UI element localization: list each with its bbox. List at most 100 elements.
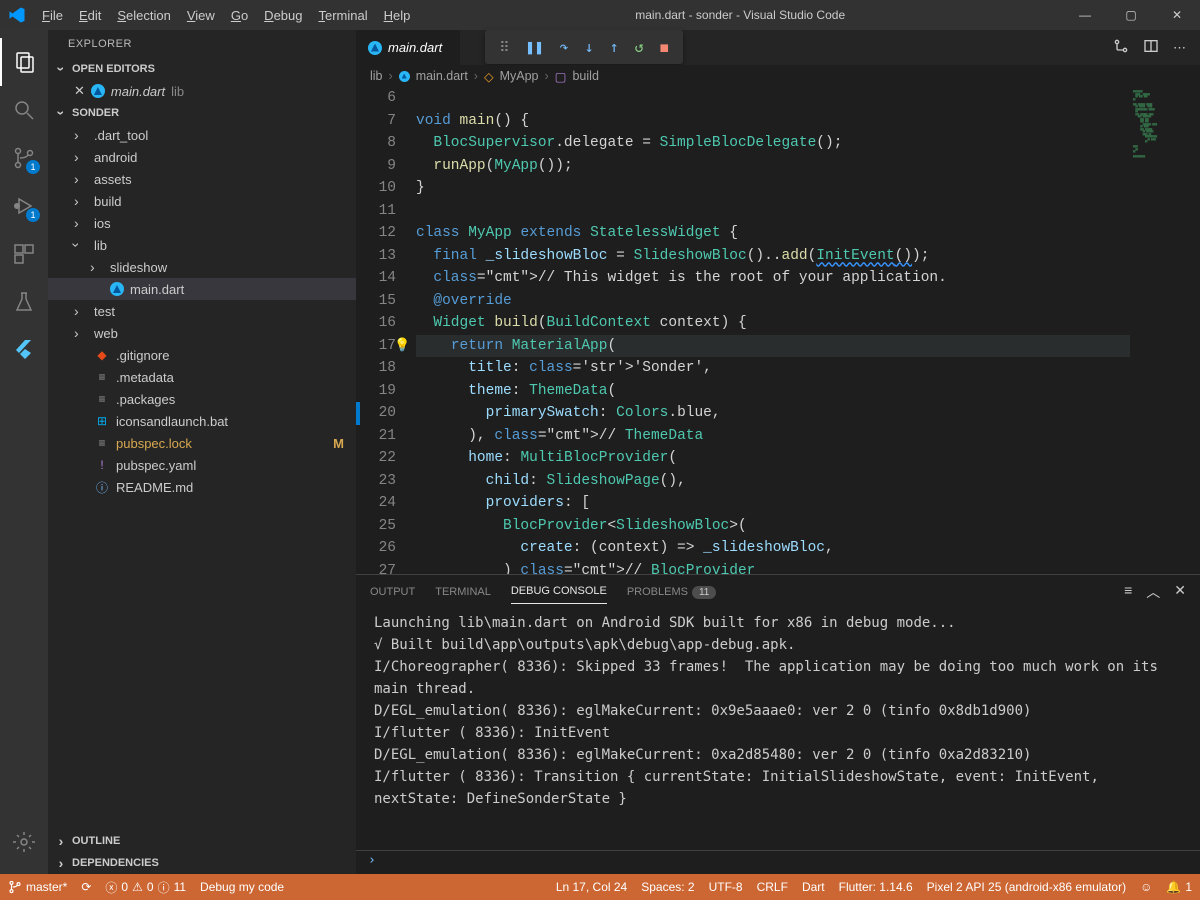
- debug-restart[interactable]: ↺: [635, 38, 644, 56]
- code-line[interactable]: ) class="cmt">// BlocProvider: [416, 560, 1130, 575]
- status-feedback-icon[interactable]: ☺: [1140, 880, 1152, 894]
- section-outline[interactable]: OUTLINE: [48, 830, 356, 852]
- code-editor[interactable]: 6789101112131415161718192021222324252627…: [356, 87, 1200, 574]
- activity-settings[interactable]: [0, 818, 48, 866]
- panel-close-icon[interactable]: ✕: [1174, 582, 1186, 602]
- file-item[interactable]: ≡.packages: [48, 388, 356, 410]
- line-gutter[interactable]: 6789101112131415161718192021222324252627: [356, 87, 416, 574]
- activity-explorer[interactable]: [0, 38, 48, 86]
- status-flutter[interactable]: Flutter: 1.14.6: [839, 880, 913, 894]
- folder-item[interactable]: lib: [48, 234, 356, 256]
- panel-collapse-icon[interactable]: ︿: [1146, 582, 1160, 602]
- debug-console-output[interactable]: Launching lib\main.dart on Android SDK b…: [356, 608, 1200, 850]
- folder-item[interactable]: build: [48, 190, 356, 212]
- code-line[interactable]: ), class="cmt">// ThemeData: [416, 425, 1130, 448]
- code-line[interactable]: theme: ThemeData(: [416, 380, 1130, 403]
- file-item[interactable]: main.dart: [48, 278, 356, 300]
- activity-debug[interactable]: 1: [0, 182, 48, 230]
- menu-go[interactable]: Go: [223, 4, 256, 27]
- activity-scm[interactable]: 1: [0, 134, 48, 182]
- activity-extensions[interactable]: [0, 230, 48, 278]
- folder-item[interactable]: test: [48, 300, 356, 322]
- compare-changes-icon[interactable]: [1113, 38, 1129, 57]
- panel-tab-problems[interactable]: PROBLEMS11: [627, 580, 717, 604]
- status-notifications[interactable]: 🔔 1: [1166, 880, 1192, 894]
- breakpoint-marker[interactable]: [356, 402, 360, 425]
- status-problems[interactable]: ⓧ 0 ⚠ 0 ⓘ 11: [105, 879, 186, 896]
- menu-help[interactable]: Help: [376, 4, 419, 27]
- code-line[interactable]: runApp(MyApp());: [416, 155, 1130, 178]
- lightbulb-icon[interactable]: 💡: [394, 335, 410, 358]
- grip-icon[interactable]: ⠿: [499, 39, 509, 56]
- code-line[interactable]: BlocSupervisor.delegate = SimpleBlocDele…: [416, 132, 1130, 155]
- status-sync[interactable]: ⟳: [81, 880, 91, 894]
- debug-step-over[interactable]: ↷: [560, 38, 569, 56]
- status-branch[interactable]: master*: [8, 880, 67, 894]
- file-item[interactable]: ⓘREADME.md: [48, 476, 356, 498]
- code-area[interactable]: void main() { BlocSupervisor.delegate = …: [416, 87, 1130, 574]
- code-line[interactable]: 💡 return MaterialApp(: [416, 335, 1130, 358]
- debug-stop[interactable]: ◼: [660, 38, 669, 56]
- tab-main-dart[interactable]: main.dart: [356, 30, 461, 65]
- panel-tab-terminal[interactable]: TERMINAL: [435, 580, 491, 604]
- window-minimize[interactable]: —: [1062, 0, 1108, 30]
- minimap[interactable]: ████████ ████ ██████ ██ ███ ████████ ███…: [1130, 87, 1200, 574]
- panel-tab-output[interactable]: OUTPUT: [370, 580, 415, 604]
- folder-item[interactable]: android: [48, 146, 356, 168]
- code-line[interactable]: class="cmt">// This widget is the root o…: [416, 267, 1130, 290]
- folder-item[interactable]: assets: [48, 168, 356, 190]
- activity-flutter[interactable]: [0, 326, 48, 374]
- file-item[interactable]: ≡.metadata: [48, 366, 356, 388]
- menu-selection[interactable]: Selection: [109, 4, 178, 27]
- window-close[interactable]: ✕: [1154, 0, 1200, 30]
- panel-filter-icon[interactable]: ≡: [1124, 582, 1132, 602]
- menu-terminal[interactable]: Terminal: [310, 4, 375, 27]
- debug-toolbar[interactable]: ⠿ ❚❚ ↷ ↓ ↑ ↺ ◼: [485, 30, 682, 64]
- section-dependencies[interactable]: DEPENDENCIES: [48, 852, 356, 874]
- breadcrumb[interactable]: lib› main.dart› ◇ MyApp› ▢ build: [356, 65, 1200, 87]
- status-encoding[interactable]: UTF-8: [709, 880, 743, 894]
- menu-edit[interactable]: Edit: [71, 4, 109, 27]
- menu-file[interactable]: File: [34, 4, 71, 27]
- code-line[interactable]: primarySwatch: Colors.blue,: [416, 402, 1130, 425]
- activity-testing[interactable]: [0, 278, 48, 326]
- more-icon[interactable]: ⋯: [1173, 40, 1186, 56]
- code-line[interactable]: void main() {: [416, 110, 1130, 133]
- folder-item[interactable]: ios: [48, 212, 356, 234]
- folder-item[interactable]: web: [48, 322, 356, 344]
- panel-tab-debug-console[interactable]: DEBUG CONSOLE: [511, 579, 607, 604]
- code-line[interactable]: Widget build(BuildContext context) {: [416, 312, 1130, 335]
- file-item[interactable]: ◆.gitignore: [48, 344, 356, 366]
- folder-item[interactable]: .dart_tool: [48, 124, 356, 146]
- split-editor-icon[interactable]: [1143, 38, 1159, 57]
- folder-item[interactable]: slideshow: [48, 256, 356, 278]
- file-item[interactable]: ≡pubspec.lockM: [48, 432, 356, 454]
- code-line[interactable]: [416, 87, 1130, 110]
- debug-step-out[interactable]: ↑: [610, 38, 619, 56]
- status-eol[interactable]: CRLF: [757, 880, 788, 894]
- code-line[interactable]: [416, 200, 1130, 223]
- code-line[interactable]: @override: [416, 290, 1130, 313]
- status-indent[interactable]: Spaces: 2: [641, 880, 694, 894]
- menu-debug[interactable]: Debug: [256, 4, 310, 27]
- code-line[interactable]: title: class='str'>'Sonder',: [416, 357, 1130, 380]
- status-position[interactable]: Ln 17, Col 24: [556, 880, 627, 894]
- code-line[interactable]: providers: [: [416, 492, 1130, 515]
- menu-view[interactable]: View: [179, 4, 223, 27]
- debug-console-input[interactable]: ›: [356, 850, 1200, 874]
- code-line[interactable]: }: [416, 177, 1130, 200]
- code-line[interactable]: home: MultiBlocProvider(: [416, 447, 1130, 470]
- status-device[interactable]: Pixel 2 API 25 (android-x86 emulator): [927, 880, 1126, 894]
- activity-search[interactable]: [0, 86, 48, 134]
- code-line[interactable]: final _slideshowBloc = SlideshowBloc()..…: [416, 245, 1130, 268]
- debug-step-into[interactable]: ↓: [585, 38, 594, 56]
- file-item[interactable]: !pubspec.yaml: [48, 454, 356, 476]
- close-icon[interactable]: ✕: [74, 83, 85, 99]
- file-item[interactable]: ⊞iconsandlaunch.bat: [48, 410, 356, 432]
- status-language[interactable]: Dart: [802, 880, 825, 894]
- code-line[interactable]: class MyApp extends StatelessWidget {: [416, 222, 1130, 245]
- section-project[interactable]: SONDER: [48, 102, 356, 124]
- debug-pause[interactable]: ❚❚: [525, 38, 543, 56]
- status-debug-config[interactable]: Debug my code: [200, 880, 284, 894]
- code-line[interactable]: create: (context) => _slideshowBloc,: [416, 537, 1130, 560]
